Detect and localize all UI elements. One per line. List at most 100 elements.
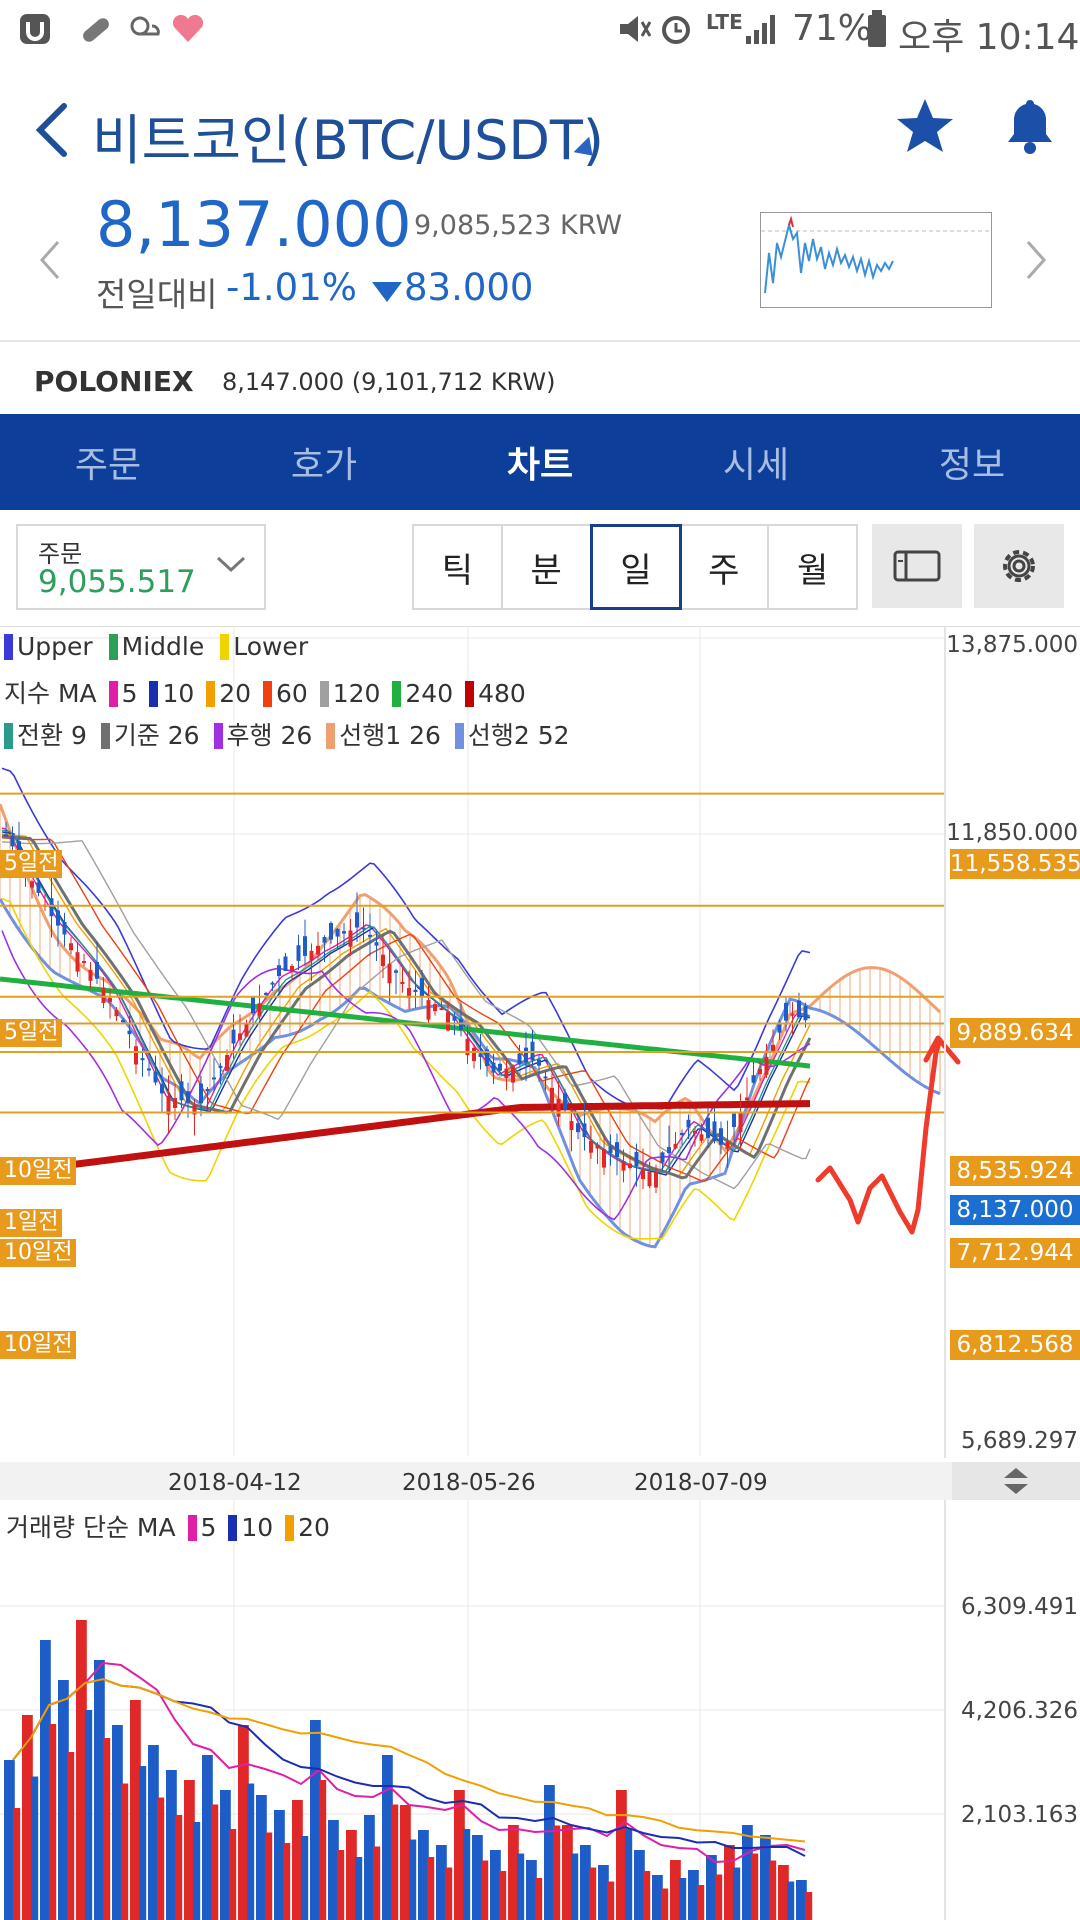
krw-price: 9,085,523 KRW — [414, 210, 623, 241]
volume-bar — [589, 1867, 597, 1920]
prev-coin-icon[interactable] — [36, 238, 62, 286]
candle — [732, 1113, 736, 1128]
candle — [446, 1012, 450, 1031]
period-minute[interactable]: 분 — [503, 526, 592, 608]
candle — [218, 1065, 223, 1068]
candle — [374, 942, 379, 946]
candle — [290, 965, 294, 971]
legend-senkou-b: 선행2 52 — [467, 721, 570, 750]
tab-chart[interactable]: 차트 — [432, 414, 648, 510]
candle — [582, 1123, 587, 1138]
order-select[interactable]: 주문 9,055.517 — [16, 524, 266, 610]
page-title[interactable]: 비트코인(BTC/USDT) — [92, 96, 604, 175]
price-axis-label: 5,689.297 — [960, 1428, 1078, 1454]
clock: 오후 10:14 — [898, 17, 1080, 58]
volume-bar — [715, 1874, 723, 1920]
legend-swatch — [465, 681, 475, 707]
candle — [751, 1075, 756, 1083]
next-coin-icon[interactable] — [1024, 238, 1050, 286]
volume-bar — [193, 1822, 201, 1920]
volume-axis-label: 4,206.326 — [960, 1698, 1078, 1724]
legend-kijun: 기준 26 — [113, 721, 200, 750]
date-label: 2018-07-09 — [634, 1470, 768, 1496]
volume-bar — [175, 1815, 183, 1920]
tab-orderbook[interactable]: 호가 — [216, 414, 432, 510]
volume-bar — [337, 1850, 345, 1920]
candle — [647, 1171, 652, 1187]
volume-bar — [157, 1797, 165, 1920]
candle — [550, 1087, 554, 1104]
candle — [719, 1128, 723, 1145]
volume-bar — [121, 1783, 129, 1920]
period-week[interactable]: 주 — [680, 526, 770, 608]
candle — [335, 928, 340, 937]
tab-bar: 주문 호가 차트 시세 정보 — [0, 414, 1080, 510]
candle — [517, 1053, 522, 1065]
drawn-arrow — [815, 1035, 961, 1235]
candle — [95, 961, 99, 979]
period-month[interactable]: 월 — [769, 526, 856, 608]
legend-swatch — [4, 723, 13, 749]
volume-chart[interactable] — [0, 1500, 1080, 1920]
candle — [270, 982, 275, 985]
favorite-star-icon[interactable] — [894, 96, 956, 160]
volume-bar — [643, 1871, 651, 1920]
candle — [381, 954, 385, 967]
volume-bar — [805, 1892, 813, 1920]
layout-toggle-button[interactable] — [872, 524, 962, 608]
bell-icon[interactable] — [1002, 96, 1058, 160]
legend-ma20: 20 — [219, 679, 252, 708]
back-icon[interactable] — [30, 100, 70, 164]
candle — [797, 1000, 801, 1017]
candle — [30, 881, 34, 888]
volume-bar — [283, 1843, 291, 1920]
candle — [543, 1076, 548, 1079]
current-price-tag: 8,137.000 — [950, 1195, 1080, 1225]
resize-handle[interactable] — [952, 1462, 1080, 1500]
candle — [296, 945, 301, 961]
volume-bar — [571, 1853, 579, 1920]
volume-bar — [49, 1724, 57, 1920]
volume-bar — [751, 1853, 759, 1920]
diff-percent: -1.01% — [226, 266, 357, 309]
date-label: 2018-04-12 — [168, 1470, 302, 1496]
panel-icon — [893, 550, 941, 582]
alarm-icon — [658, 10, 694, 50]
app-logo-icon — [18, 12, 54, 50]
legend-swatch — [285, 1515, 295, 1541]
candle — [621, 1160, 626, 1171]
hline-age-tag: 1일전 — [0, 1209, 63, 1237]
volume-bar — [553, 1825, 561, 1920]
hline-age-tag: 10일전 — [0, 1331, 77, 1359]
period-day[interactable]: 일 — [589, 524, 683, 610]
candle — [615, 1142, 619, 1158]
volume-bar — [319, 1780, 327, 1920]
gear-icon — [1003, 550, 1035, 582]
period-tick[interactable]: 틱 — [414, 526, 503, 608]
legend-ma10: 10 — [162, 679, 195, 708]
candle — [673, 1143, 678, 1149]
tab-market-price[interactable]: 시세 — [648, 414, 864, 510]
down-triangle-icon — [372, 282, 402, 308]
chart-settings-button[interactable] — [974, 524, 1064, 608]
current-price: 8,137.000 — [96, 188, 412, 261]
candle — [556, 1098, 561, 1117]
candle — [114, 1010, 119, 1017]
legend-swatch — [319, 681, 329, 707]
volume-bar — [139, 1766, 147, 1920]
candle — [608, 1146, 613, 1154]
candle — [283, 956, 288, 971]
volume-bar — [427, 1857, 435, 1920]
legend-swatch — [392, 681, 402, 707]
candle — [420, 978, 424, 997]
legend-ma-prefix: 지수 MA — [4, 679, 97, 708]
candle — [121, 1020, 125, 1023]
legend-swatch — [454, 723, 464, 749]
legend-swatch — [187, 1515, 197, 1541]
legend-swatch — [108, 681, 118, 707]
volume-bar — [13, 1808, 21, 1920]
mini-chart[interactable] — [760, 212, 992, 308]
tab-order[interactable]: 주문 — [0, 414, 216, 510]
tab-info[interactable]: 정보 — [864, 414, 1080, 510]
legend-swatch — [206, 681, 216, 707]
